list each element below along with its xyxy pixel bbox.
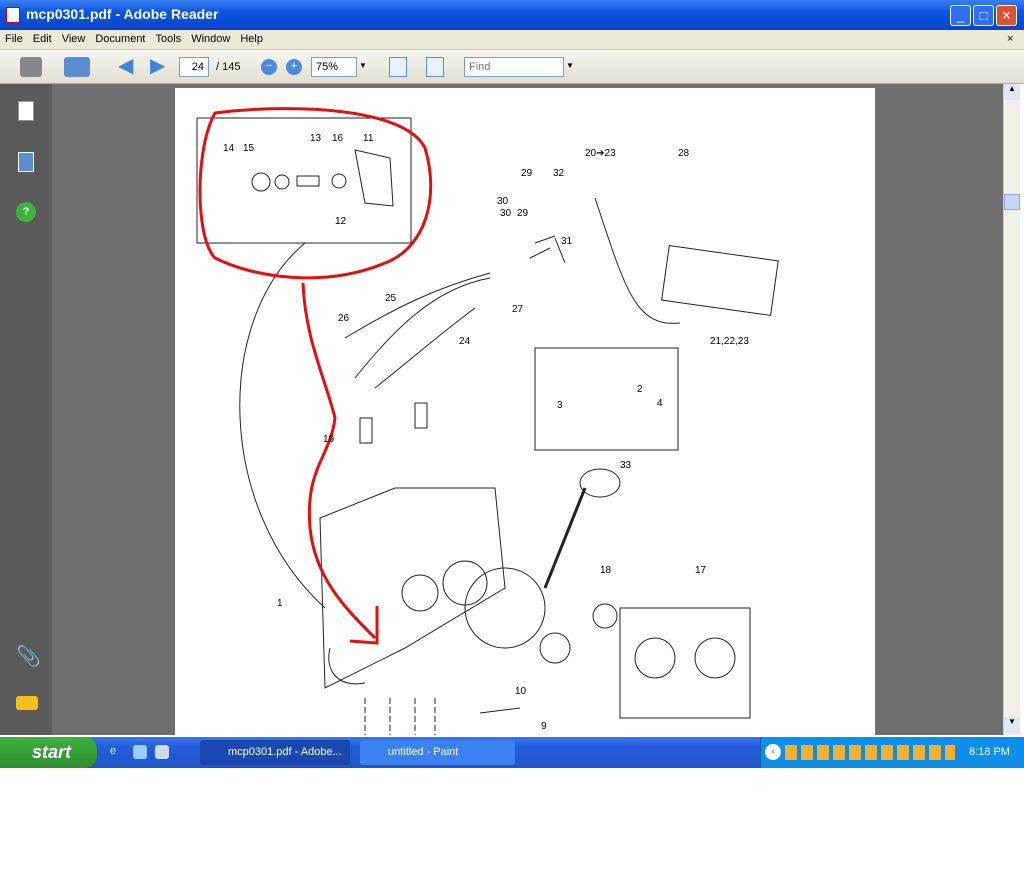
callout-label: 1 <box>277 598 283 609</box>
callout-label: 2 <box>637 384 643 395</box>
callout-label: 16 <box>332 133 344 144</box>
tray-icons[interactable] <box>785 745 955 760</box>
callout-label: 20➔23 <box>585 148 616 159</box>
find-input[interactable] <box>464 57 564 77</box>
minimize-button[interactable]: _ <box>950 5 971 26</box>
navigation-pane: ? 📎 <box>0 84 52 735</box>
start-label: start <box>32 742 72 762</box>
scroll-thumb[interactable] <box>1004 194 1020 210</box>
callout-label: 30 <box>497 196 509 207</box>
system-tray: ‹ 8:18 PM <box>760 737 1024 768</box>
menu-bar: File Edit View Document Tools Window Help × <box>0 30 1024 50</box>
scroll-up-icon[interactable]: ▲ <box>1004 84 1020 100</box>
pages-icon[interactable] <box>18 101 34 121</box>
menu-edit[interactable]: Edit <box>28 30 57 45</box>
menu-tools[interactable]: Tools <box>151 30 187 45</box>
fit-width-icon[interactable] <box>389 57 407 77</box>
fit-page-icon[interactable] <box>426 57 444 77</box>
callout-label: 3 <box>557 400 563 411</box>
scroll-down-icon[interactable]: ▼ <box>1004 717 1020 733</box>
taskbar: start e mcp0301.pdf - Adobe... untitled … <box>0 737 1024 768</box>
window-title: mcp0301.pdf - Adobe Reader <box>26 6 219 22</box>
callout-label: 33 <box>620 460 632 471</box>
page-number-input[interactable]: 24 <box>179 57 209 77</box>
bookmarks-icon[interactable] <box>18 152 34 172</box>
page-total: / 145 <box>216 61 241 73</box>
start-button[interactable]: start <box>0 737 97 768</box>
zoom-out-icon[interactable]: − <box>261 59 277 75</box>
callout-label: 4 <box>657 398 663 409</box>
clock: 8:18 PM <box>969 746 1010 758</box>
callout-label: 13 <box>310 133 322 144</box>
callout-label: 27 <box>512 304 524 315</box>
expand-tray-icon[interactable]: ‹ <box>765 744 781 760</box>
title-bar: mcp0301.pdf - Adobe Reader <box>0 0 1024 30</box>
collaborate-icon[interactable] <box>64 57 90 77</box>
task-label: untitled - Paint <box>388 746 459 758</box>
close-button[interactable]: ✕ <box>996 5 1017 26</box>
maximize-button[interactable]: □ <box>973 5 994 26</box>
callout-label: 14 <box>223 143 235 154</box>
menu-view[interactable]: View <box>57 30 91 45</box>
menu-help[interactable]: Help <box>235 30 268 45</box>
chevron-down-icon[interactable]: ▼ <box>359 57 367 77</box>
callout-label: 32 <box>553 168 565 179</box>
task-label: mcp0301.pdf - Adobe... <box>228 746 342 758</box>
attachments-icon[interactable]: 📎 <box>16 644 41 669</box>
callout-label: 26 <box>338 313 350 324</box>
previous-page-icon[interactable]: ◀ <box>118 56 138 77</box>
callout-label: 10 <box>515 686 527 697</box>
zoom-level-select[interactable]: 75% <box>311 57 357 77</box>
close-document-button[interactable]: × <box>1002 30 1018 45</box>
parts-diagram <box>196 107 779 735</box>
menu-window[interactable]: Window <box>186 30 235 45</box>
callout-label: 18 <box>600 565 612 576</box>
ie-icon[interactable]: e <box>110 745 126 761</box>
comments-icon[interactable] <box>16 696 38 710</box>
callout-label: 29 <box>521 168 533 179</box>
task-adobe-reader[interactable]: mcp0301.pdf - Adobe... <box>200 740 350 765</box>
toolbar: ◀ ▶ 24 / 145 − + 75% ▼ ▼ <box>0 51 1024 84</box>
pdf-page: 14 15 13 16 11 12 29 32 20➔23 28 30 29 30 31 25 27 26 24 2… <box>175 88 875 735</box>
callout-label: 28 <box>678 148 690 159</box>
callout-label: 15 <box>243 143 255 154</box>
callout-label: 11 <box>363 133 374 144</box>
vertical-scrollbar[interactable]: ▲ ▼ <box>1003 84 1020 735</box>
red-annotation-arrow <box>301 282 379 645</box>
show-desktop-icon[interactable] <box>155 745 169 759</box>
callout-label: 29 <box>517 208 529 219</box>
quicklaunch-icon[interactable] <box>133 745 147 759</box>
next-page-icon[interactable]: ▶ <box>150 56 170 77</box>
callout-label: 12 <box>335 216 347 227</box>
pdf-icon <box>6 7 20 23</box>
callout-label: 19 <box>323 434 335 445</box>
help-icon[interactable]: ? <box>16 202 36 222</box>
menu-file[interactable]: File <box>0 30 28 45</box>
zoom-in-icon[interactable]: + <box>286 59 302 75</box>
find-options-chevron-icon[interactable]: ▼ <box>566 57 574 77</box>
callout-label: 31 <box>561 236 573 247</box>
inset-box-top <box>196 117 412 244</box>
menu-document[interactable]: Document <box>90 30 150 45</box>
callout-label: 25 <box>385 293 397 304</box>
callout-label: 9 <box>541 721 547 732</box>
callout-label: 21,22,23 <box>710 336 749 347</box>
task-paint[interactable]: untitled - Paint <box>360 740 515 765</box>
print-icon[interactable] <box>20 57 42 77</box>
callout-label: 30 <box>500 208 512 219</box>
callout-label: 17 <box>695 565 707 576</box>
callout-label: 24 <box>459 336 471 347</box>
